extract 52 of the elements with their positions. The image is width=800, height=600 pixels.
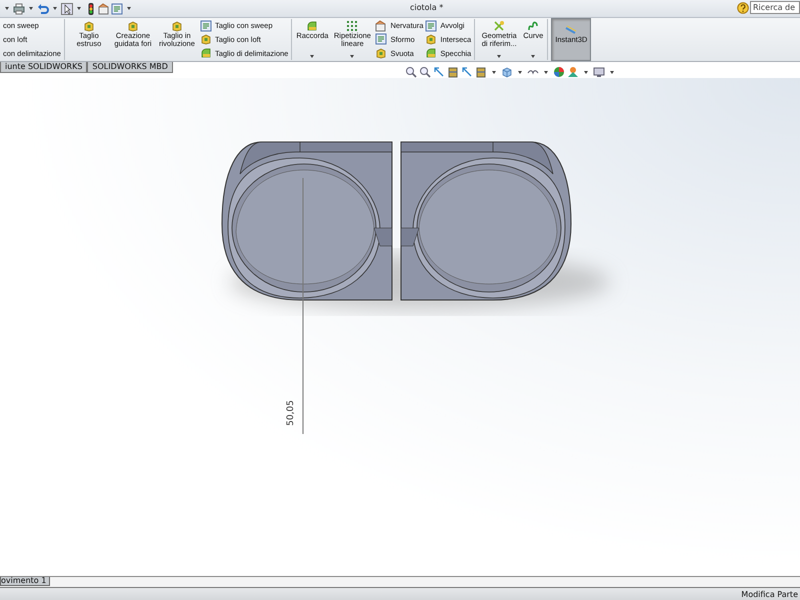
caret-icon[interactable] (497, 55, 502, 58)
block-icon (425, 33, 438, 46)
tab[interactable]: iunte SOLIDWORKS (0, 62, 88, 73)
sphere-icon[interactable] (552, 66, 565, 78)
axes-icon (493, 20, 506, 32)
caret-icon[interactable] (53, 7, 57, 10)
caret-icon[interactable] (531, 55, 536, 58)
arrow-icon[interactable] (460, 66, 473, 78)
caret-icon[interactable] (492, 70, 496, 74)
caret-icon[interactable] (610, 70, 614, 74)
cube-icon[interactable] (500, 66, 513, 78)
document-icon (375, 33, 388, 46)
caret-icon[interactable] (544, 70, 548, 74)
arrow-icon[interactable] (432, 66, 445, 78)
caret-icon[interactable] (5, 7, 9, 10)
curve-icon (527, 20, 540, 32)
printer-icon[interactable] (13, 2, 25, 14)
document-icon (425, 20, 438, 32)
dimension-value[interactable]: 50,05 (286, 400, 296, 426)
pencil-icon (565, 24, 578, 36)
caret-icon[interactable] (518, 70, 522, 74)
rounded-block-icon (306, 20, 318, 32)
monitor-icon[interactable] (592, 66, 605, 78)
status-text: Modifica Parte (741, 590, 798, 598)
rounded-block-icon (425, 47, 438, 60)
caret-icon[interactable] (127, 7, 131, 10)
zoom-icon[interactable] (418, 66, 431, 78)
caret-icon[interactable] (29, 7, 33, 10)
block-icon (200, 33, 212, 46)
undo-icon[interactable] (37, 2, 49, 14)
caret-icon[interactable] (584, 70, 588, 74)
block-icon (82, 20, 95, 32)
tab[interactable]: ovimento 1 (0, 577, 50, 586)
block-icon (375, 47, 388, 60)
caret-icon[interactable] (350, 55, 354, 58)
zoom-icon[interactable] (404, 66, 417, 78)
section-icon[interactable] (474, 66, 487, 78)
block-icon (126, 20, 139, 32)
document-icon[interactable] (111, 2, 123, 14)
block-icon (170, 20, 183, 32)
scene-icon[interactable] (566, 66, 579, 78)
document-icon (200, 20, 212, 32)
search-field[interactable]: Ricerca de (750, 1, 800, 14)
tab[interactable]: SOLIDWORKS MBD (87, 62, 173, 73)
cursor-icon[interactable] (61, 2, 73, 14)
help-icon[interactable] (737, 2, 749, 14)
rounded-block-icon (200, 47, 212, 60)
caret-icon[interactable] (77, 7, 81, 10)
caret-icon[interactable] (310, 55, 314, 58)
window-title: ciotola * (410, 3, 444, 12)
dot-grid-icon (346, 20, 358, 32)
section-icon[interactable] (446, 66, 459, 78)
